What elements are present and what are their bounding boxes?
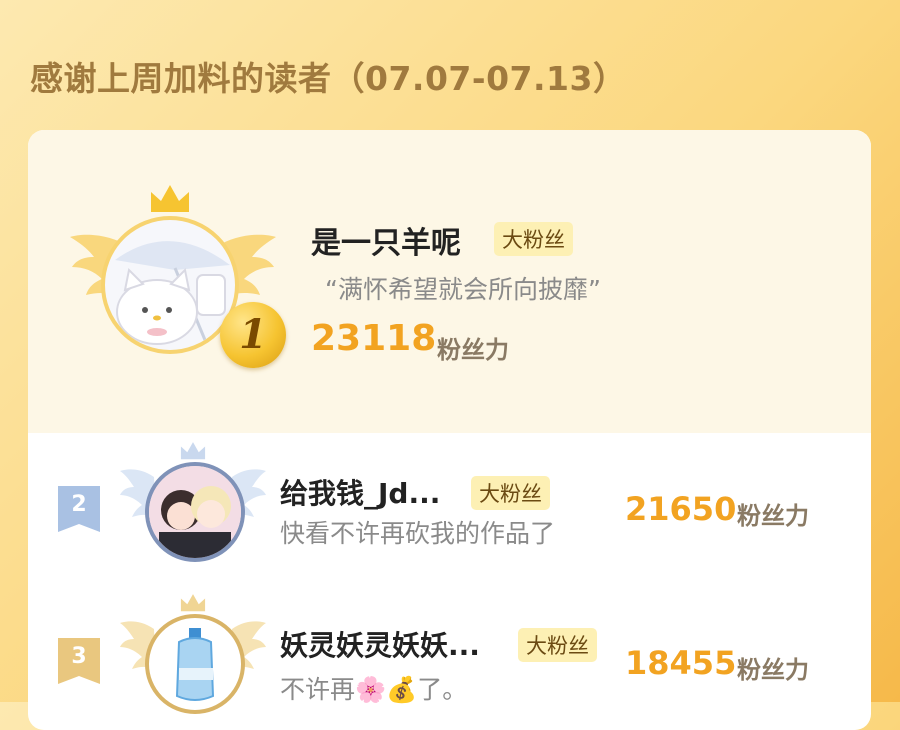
rank-2-score: 21650: [625, 490, 737, 528]
rank-3-badge: 大粉丝: [518, 628, 597, 662]
water-bottle-icon: [175, 628, 215, 701]
rank-1-avatar-block[interactable]: 1: [68, 182, 286, 372]
rank-1-badge: 大粉丝: [494, 222, 573, 256]
rank-1-name[interactable]: 是一只羊呢: [311, 218, 461, 262]
rank-3-name[interactable]: 妖灵妖灵妖妖...: [280, 624, 480, 664]
rank-3-unit: 粉丝力: [737, 656, 809, 684]
rank-2-name[interactable]: 给我钱_Jd...: [280, 472, 440, 512]
rank-2-unit: 粉丝力: [737, 502, 809, 530]
rank-1-score: 23118: [311, 318, 437, 359]
avatar: [145, 614, 245, 714]
rank-3-avatar-block[interactable]: [118, 592, 268, 722]
rank-1-medal: 1: [220, 302, 286, 368]
rank-3-number: 3: [71, 644, 87, 669]
page-title: 感谢上周加料的读者（07.07-07.13）: [30, 59, 627, 98]
avatar: [101, 216, 239, 354]
ranking-card: 1 是一只羊呢 大粉丝 “满怀希望就会所向披靡” 23118 粉丝力 2 给我钱: [28, 130, 871, 730]
rank-1-unit: 粉丝力: [437, 336, 509, 364]
rank-2-number: 2: [71, 492, 87, 517]
rank-1-motto: “满怀希望就会所向披靡”: [325, 275, 601, 304]
crown-icon: [180, 442, 206, 460]
rank-2-badge: 大粉丝: [471, 476, 550, 510]
rank-2-motto: 快看不许再砍我的作品了: [280, 519, 556, 548]
white-cat-umbrella-icon: [115, 241, 230, 345]
rank-3-score: 18455: [625, 644, 737, 682]
anime-couple-icon: [149, 466, 241, 558]
rank-3-motto: 不许再🌸💰了。: [280, 675, 468, 704]
avatar: [145, 462, 245, 562]
crown-icon: [180, 594, 206, 612]
rank-2-avatar-block[interactable]: [118, 440, 268, 570]
crown-icon: [151, 185, 189, 212]
